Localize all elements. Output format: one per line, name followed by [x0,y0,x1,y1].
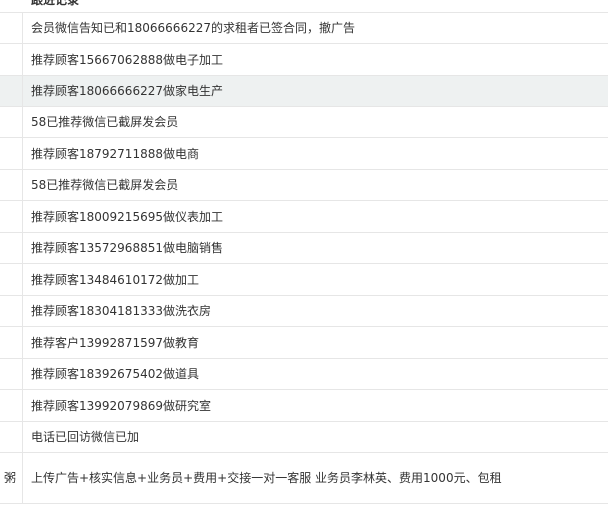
row-text: 推荐顾客15667062888做电子加工 [31,52,223,67]
row-text: 推荐顾客13572968851做电脑销售 [31,241,223,255]
row-left-cell [0,390,23,421]
row-text: 推荐顾客18304181333做洗衣房 [31,304,211,318]
row-left-cell [0,359,23,389]
row-left-cell [0,201,23,232]
table-row[interactable]: 粥 上传广告+核实信息+业务员+费用+交接一对一客服 业务员李林英、费用1000… [0,453,608,504]
table-row[interactable]: 推荐顾客13484610172做加工 [0,264,608,296]
row-text: 推荐顾客18066666227做家电生产 [31,84,223,98]
row-text: 58已推荐微信已截屏发会员 [31,115,179,129]
row-text: 电话已回访微信已加 [31,430,140,444]
row-text: 推荐客户13992871597做教育 [31,335,199,350]
table-row[interactable]: 推荐顾客18304181333做洗衣房 [0,296,608,327]
row-text: 推荐顾客18792711888做电商 [31,146,199,161]
table-row[interactable]: 推荐顾客15667062888做电子加工 [0,44,608,76]
row-text: 会员微信告知已和18066666227的求租者已签合同，撤广告 [31,20,355,35]
row-left-cell [0,170,23,200]
row-text: 推荐顾客13484610172做加工 [31,272,199,287]
row-text: 上传广告+核实信息+业务员+费用+交接一对一客服 业务员李林英、费用1000元、… [31,471,502,485]
row-left-cell [0,296,23,326]
row-left-cell [0,44,23,75]
follow-up-table: 跟进记录 会员微信告知已和18066666227的求租者已签合同，撤广告 推荐顾… [0,0,608,508]
table-row-hovered[interactable]: 推荐顾客18066666227做家电生产 [0,76,608,107]
row-text: 推荐顾客13992079869做研究室 [31,398,211,413]
column-header-follow-up: 跟进记录 [31,0,80,7]
table-row[interactable]: 推荐顾客18392675402做道具 [0,359,608,390]
table-row[interactable]: 推荐顾客13992079869做研究室 [0,390,608,422]
table-row[interactable]: 推荐顾客18792711888做电商 [0,138,608,170]
row-left-cell [0,76,23,106]
table-row[interactable]: 推荐顾客13572968851做电脑销售 [0,233,608,264]
row-left-cell [0,138,23,169]
row-left-cell [0,107,23,137]
row-left-cell [0,264,23,295]
row-text: 推荐顾客18392675402做道具 [31,367,199,381]
row-left-cell [0,327,23,358]
table-row[interactable]: 推荐客户13992871597做教育 [0,327,608,359]
table-row[interactable]: 电话已回访微信已加 [0,422,608,453]
table-row[interactable]: 推荐顾客18009215695做仪表加工 [0,201,608,233]
row-text: 推荐顾客18009215695做仪表加工 [31,209,223,224]
row-left-cell [0,233,23,263]
row-left-cell: 粥 [0,453,23,503]
row-left-cell [0,12,23,43]
row-text: 58已推荐微信已截屏发会员 [31,178,179,192]
table-row[interactable]: 58已推荐微信已截屏发会员 [0,107,608,138]
table-row[interactable]: 会员微信告知已和18066666227的求租者已签合同，撤广告 [0,12,608,44]
row-left-cell [0,422,23,452]
table-row[interactable]: 58已推荐微信已截屏发会员 [0,170,608,201]
